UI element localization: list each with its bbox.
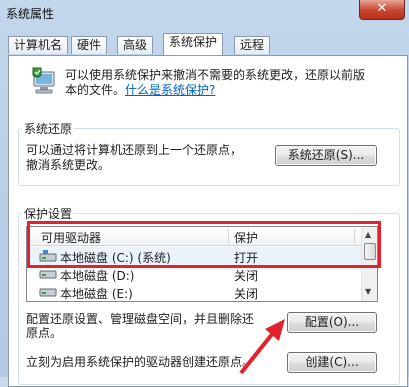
tab-advanced[interactable]: 高级 <box>117 36 154 54</box>
close-button[interactable]: ✕ <box>359 0 405 20</box>
protection-settings-group-label: 保护设置 <box>22 205 75 222</box>
drive-name: 本地磁盘 (D:) <box>60 269 135 283</box>
configure-desc-line2: 原点。 <box>26 326 63 340</box>
restore-desc-line2: 撤消系统更改。 <box>26 158 111 172</box>
tab-computer-name[interactable]: 计算机名 <box>8 36 69 54</box>
drive-protection-status: 关闭 <box>234 287 259 301</box>
system-protection-shield-icon <box>32 67 55 94</box>
tab-hardware[interactable]: 硬件 <box>71 36 108 54</box>
what-is-system-protection-link[interactable]: 什么是系统保护? <box>125 83 215 97</box>
configure-button[interactable]: 配置(O)... <box>287 312 377 333</box>
create-button[interactable]: 创建(C)... <box>287 352 377 373</box>
tab-system-protection[interactable]: 系统保护 <box>163 33 224 55</box>
system-properties-window: 系统属性 ✕ 计算机名 硬件 高级 系统保护 远程 可以使用系统保护来撤消不需要… <box>0 0 409 387</box>
hard-drive-icon <box>39 270 57 279</box>
annotation-highlight-box <box>27 221 381 268</box>
drive-name: 本地磁盘 (E:) <box>60 287 133 301</box>
tab-remote[interactable]: 远程 <box>234 36 271 54</box>
annotation-arrow-icon <box>239 319 285 375</box>
title-bar[interactable]: 系统属性 ✕ <box>0 0 409 24</box>
system-restore-button[interactable]: 系统还原(S)... <box>275 145 377 166</box>
intro-text-line2: 本的文件。什么是系统保护? <box>65 81 215 98</box>
intro-text-prefix: 本的文件。 <box>65 83 126 97</box>
window-title: 系统属性 <box>6 7 55 21</box>
drive-protection-status: 关闭 <box>234 269 259 283</box>
system-restore-group-label: 系统还原 <box>22 120 75 137</box>
drive-row-e[interactable]: 本地磁盘 (E:) 关闭 <box>27 283 362 301</box>
hard-drive-icon <box>39 288 57 297</box>
create-desc: 立刻为启用系统保护的驱动器创建还原点。 <box>26 355 255 369</box>
scroll-down-arrow-icon[interactable]: ▼ <box>365 287 371 296</box>
